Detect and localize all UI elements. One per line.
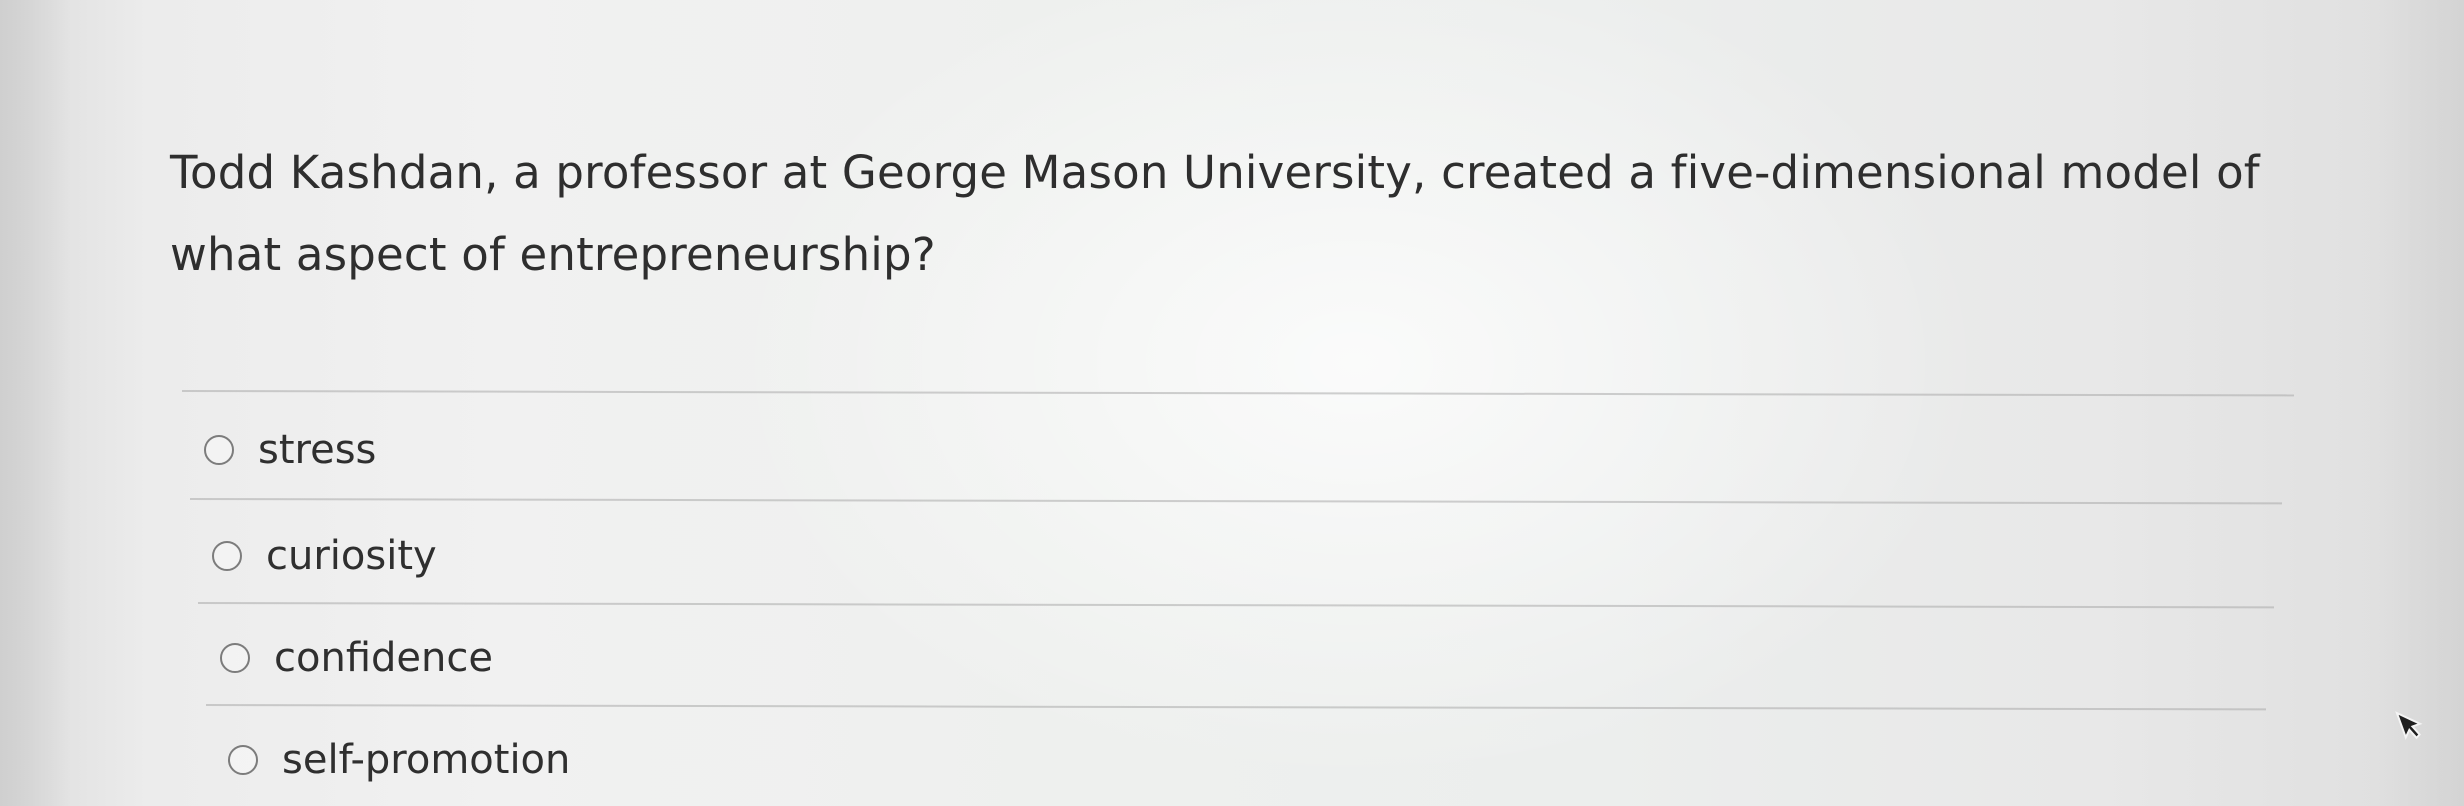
radio-button[interactable]: [204, 435, 234, 465]
radio-button[interactable]: [228, 745, 258, 775]
answer-divider: [189, 498, 2282, 505]
answer-divider: [205, 704, 2266, 711]
radio-button[interactable]: [212, 541, 242, 571]
question-text: Todd Kashdan, a professor at George Maso…: [170, 132, 2320, 296]
radio-button[interactable]: [220, 643, 250, 673]
answer-option-self-promotion[interactable]: self-promotion: [228, 730, 570, 790]
mouse-pointer-icon: [2395, 711, 2423, 741]
answer-option-confidence[interactable]: confidence: [220, 628, 493, 688]
question-line-1: Todd Kashdan, a professor at George Maso…: [170, 146, 2260, 199]
answer-option-label: curiosity: [266, 533, 437, 579]
question-line-2: what aspect of entrepreneurship?: [170, 228, 936, 281]
answer-option-label: confidence: [274, 635, 493, 681]
answer-option-curiosity[interactable]: curiosity: [212, 526, 437, 586]
answer-option-label: self-promotion: [282, 737, 571, 783]
answer-divider-top: [181, 390, 2294, 397]
answer-divider: [197, 602, 2274, 609]
answer-option-label: stress: [258, 427, 377, 473]
screen-edge-right: [2374, 0, 2464, 806]
screen-edge-left: [0, 0, 70, 806]
answer-option-stress[interactable]: stress: [204, 420, 376, 480]
